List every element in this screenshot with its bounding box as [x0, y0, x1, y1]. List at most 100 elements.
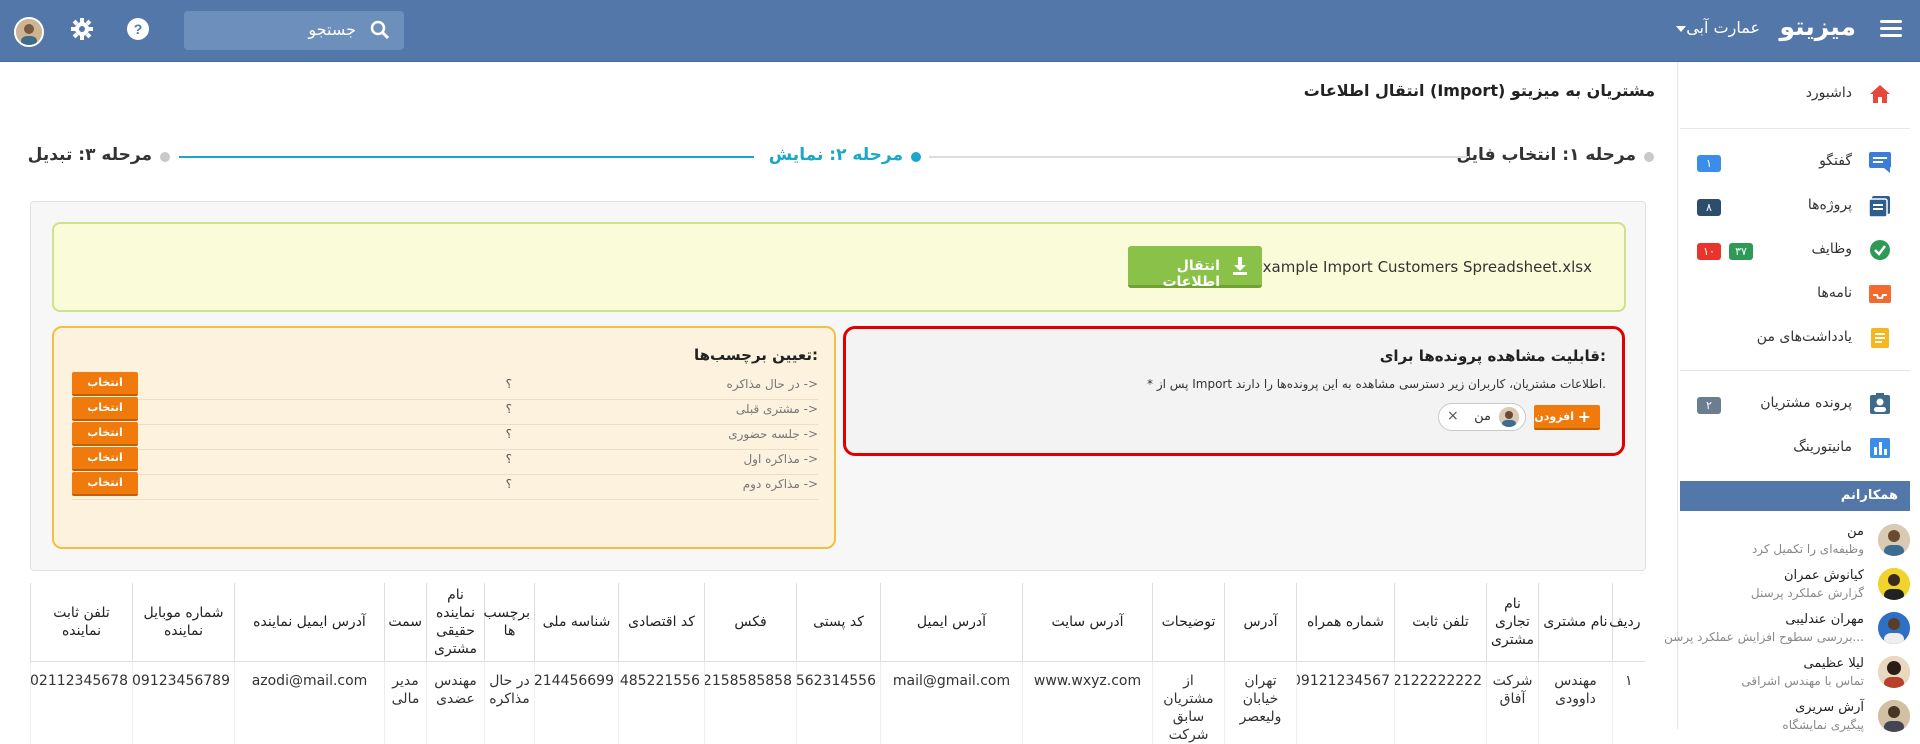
customers-count-badge: ۲	[1697, 397, 1721, 414]
colleague-item[interactable]: آرش سریری پیگیری نمایشگاه	[1680, 698, 1910, 742]
gear-icon[interactable]	[70, 17, 94, 41]
sidebar-item-label: یادداشت‌های من	[1756, 329, 1852, 345]
colleague-item[interactable]: کیانوش عمران گزارش عملکرد پرسنل	[1680, 566, 1910, 610]
step-connector-active	[179, 156, 754, 158]
select-tag-button[interactable]: انتخاب	[72, 422, 138, 446]
page-title: انتقال اطلاعات (Import) مشتریان به میزیت…	[1303, 81, 1655, 100]
tag-value: ؟	[505, 377, 512, 391]
colleague-status: وظیفه‌ای را تکمیل کرد	[1751, 542, 1864, 556]
tasks-count-badge: ۳۷	[1729, 243, 1753, 260]
brand-logo[interactable]: میزیتو	[1779, 12, 1856, 41]
sidebar-item-chat[interactable]: گفتگو ۱	[1677, 142, 1920, 182]
chip-name: من	[1474, 409, 1491, 424]
colleague-item[interactable]: من وظیفه‌ای را تکمیل کرد	[1680, 522, 1910, 566]
check-circle-icon	[1870, 240, 1890, 260]
chat-count-badge: ۱	[1697, 155, 1721, 172]
avatar	[1878, 568, 1910, 600]
tag-name: جلسه حضوری ->	[728, 427, 818, 441]
table-cell: تهران خیابان ولیعصر	[1224, 661, 1297, 744]
contact-card-icon	[1870, 393, 1890, 414]
user-avatar[interactable]	[14, 17, 44, 47]
tag-name: در حال مذاکره ->	[726, 377, 818, 391]
step-3-label[interactable]: مرحله ۳: تبدیل	[28, 145, 152, 165]
select-tag-button[interactable]: انتخاب	[72, 397, 138, 421]
colleague-name: کیانوش عمران	[1783, 568, 1864, 583]
help-icon[interactable]: ?	[126, 17, 150, 41]
column-header: آدرس سایت	[1022, 583, 1153, 661]
colleague-name: لیلا عظیمی	[1803, 656, 1864, 671]
user-chip: من ×	[1438, 403, 1526, 431]
svg-text:?: ?	[134, 21, 143, 37]
sidebar-item-letters[interactable]: نامه‌ها	[1677, 274, 1920, 314]
column-header: آدرس ایمیل	[880, 583, 1023, 661]
visibility-note: * پس از Import اطلاعات مشتریان، کاربران …	[1147, 377, 1606, 391]
table-cell: 09121234567	[1296, 661, 1395, 744]
sidebar-item-notes[interactable]: یادداشت‌های من	[1677, 318, 1920, 358]
tag-value: ؟	[505, 427, 512, 441]
sidebar-item-label: داشبورد	[1805, 85, 1852, 101]
tag-name: مذاکره دوم ->	[742, 477, 818, 491]
column-header: شماره موبایل نماینده	[132, 583, 235, 661]
chevron-down-icon	[1676, 25, 1687, 32]
chat-icon	[1869, 152, 1891, 173]
colleague-item[interactable]: لیلا عظیمی تماس با مهندس اشراقی	[1680, 654, 1910, 698]
preview-table: ردیف نام مشتری نام تجاری مشتری تلفن ثابت…	[30, 583, 1645, 744]
sidebar-item-label: مانیتورینگ	[1793, 439, 1852, 455]
column-header: شماره همراه	[1296, 583, 1395, 661]
column-header: توضیحات	[1152, 583, 1225, 661]
table-cell: ۱	[1612, 661, 1645, 744]
org-selector[interactable]: عمارت آبی	[1668, 18, 1760, 37]
select-tag-button[interactable]: انتخاب	[72, 447, 138, 471]
column-header: نام تجاری مشتری	[1486, 583, 1539, 661]
table-cell: www.wxyz.com	[1022, 661, 1153, 744]
sidebar: داشبورد گفتگو ۱ پروژه‌ها ۸ وظایف ۳۷ ۱۰ ن…	[1664, 62, 1920, 732]
select-tag-button[interactable]: انتخاب	[72, 372, 138, 396]
template-file-name: Example Import Customers Spreadsheet.xls…	[1253, 258, 1592, 276]
colleague-item[interactable]: مهران عندلیبی بررسی سطوح افزایش عملکرد پ…	[1664, 610, 1910, 654]
column-header: آدرس ایمیل نماینده	[234, 583, 385, 661]
add-user-button[interactable]: + افزودن	[1534, 405, 1600, 430]
tag-value: ؟	[505, 452, 512, 466]
tag-row: مذاکره دوم -> ؟ انتخاب	[72, 470, 818, 500]
column-header: تلفن ثابت نماینده	[30, 583, 133, 661]
colleague-status: تماس با مهندس اشراقی	[1741, 674, 1864, 688]
step-1-label[interactable]: مرحله ۱: انتخاب فایل	[1457, 145, 1637, 165]
top-bar: میزیتو عمارت آبی جستجو ?	[0, 0, 1920, 62]
sidebar-item-dashboard[interactable]: داشبورد	[1677, 74, 1920, 114]
divider	[1680, 128, 1910, 129]
sidebar-item-monitoring[interactable]: مانیتورینگ	[1677, 428, 1920, 468]
avatar	[1878, 700, 1910, 732]
sidebar-item-projects[interactable]: پروژه‌ها ۸	[1677, 186, 1920, 226]
sidebar-item-label: گفتگو	[1819, 153, 1852, 169]
table-cell: 09123456789	[132, 661, 235, 744]
colleague-name: آرش سریری	[1795, 700, 1864, 715]
table-row: ۱ مهندس داوودی شرکت آفاق 02122222222 091…	[30, 661, 1645, 744]
colleague-status: پیگیری نمایشگاه	[1782, 718, 1864, 732]
tag-value: ؟	[505, 477, 512, 491]
tag-name: مذاکره اول ->	[743, 452, 818, 466]
column-header: کد پستی	[796, 583, 881, 661]
add-user-label: افزودن	[1534, 410, 1574, 423]
bar-chart-icon	[1870, 438, 1890, 458]
table-header-row: ردیف نام مشتری نام تجاری مشتری تلفن ثابت…	[30, 583, 1645, 661]
download-button-label: انتقال اطلاعات	[1162, 258, 1220, 290]
column-header: آدرس	[1224, 583, 1297, 661]
inbox-icon	[1869, 285, 1891, 303]
column-header: نام نماینده حقیقی مشتری	[426, 583, 485, 661]
close-icon[interactable]: ×	[1447, 408, 1459, 424]
search-icon	[370, 20, 390, 40]
sidebar-item-tasks[interactable]: وظایف ۳۷ ۱۰	[1677, 230, 1920, 270]
visibility-title: قابلیت مشاهده پرونده‌ها برای:	[1379, 347, 1606, 365]
colleague-name: مهران عندلیبی	[1785, 612, 1864, 627]
column-header: شناسه ملی	[534, 583, 619, 661]
search-input[interactable]: جستجو	[184, 11, 404, 50]
select-tag-button[interactable]: انتخاب	[72, 472, 138, 496]
download-button[interactable]: انتقال اطلاعات	[1128, 246, 1262, 290]
step-2-label[interactable]: مرحله ۲: نمایش	[769, 145, 903, 165]
visibility-box: قابلیت مشاهده پرونده‌ها برای: * پس از Im…	[843, 326, 1625, 456]
sidebar-item-customers[interactable]: پرونده مشتریان ۲	[1677, 384, 1920, 424]
menu-icon[interactable]	[1880, 20, 1902, 38]
sidebar-item-label: وظایف	[1811, 241, 1852, 257]
table-cell: 5485221556	[618, 661, 705, 744]
divider	[1680, 370, 1910, 371]
